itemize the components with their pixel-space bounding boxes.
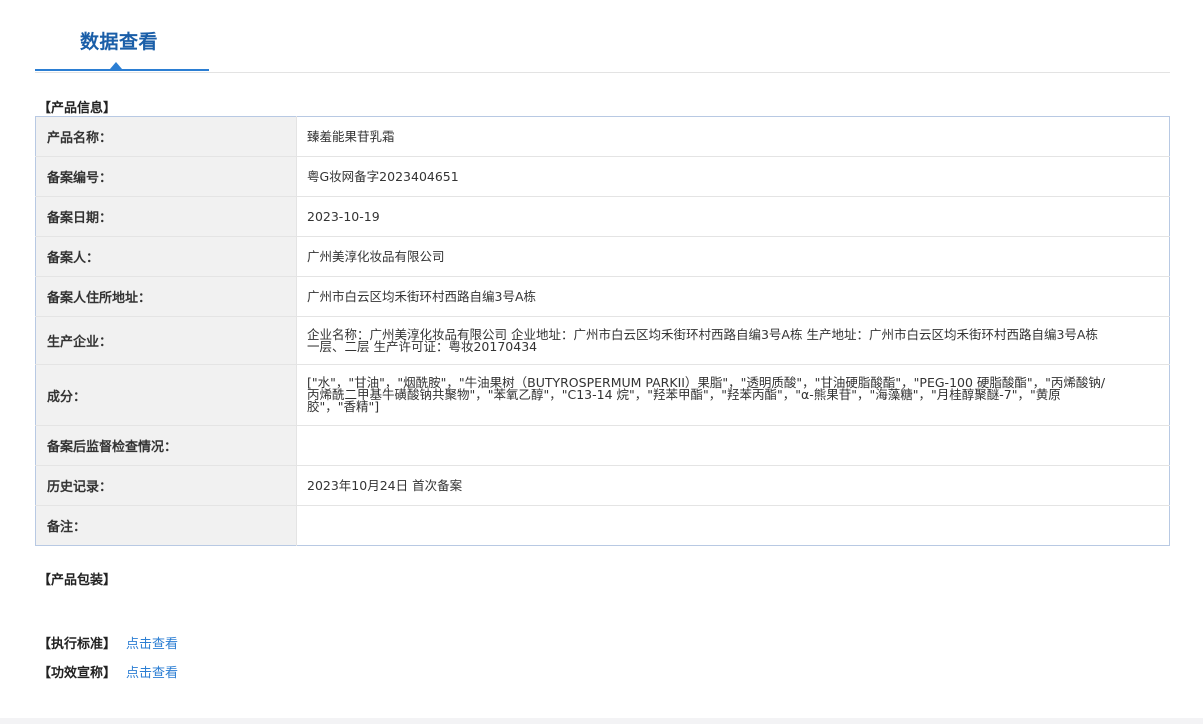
row-label: 备案后监督检查情况： [35, 425, 297, 466]
row-label: 生产企业： [35, 316, 297, 365]
row-label: 备案人住所地址： [35, 276, 297, 317]
table-row: 成分： ["水"，"甘油"，"烟酰胺"，"牛油果树（BUTYROSPERMUM … [35, 364, 1170, 426]
row-value [296, 425, 1170, 466]
table-row: 生产企业： 企业名称：广州美淳化妆品有限公司 企业地址：广州市白云区均禾街环村西… [35, 316, 1170, 365]
active-tab-caret-icon [110, 62, 122, 69]
table-row: 历史记录： 2023年10月24日 首次备案 [35, 465, 1170, 506]
page-container: 数据查看 【产品信息】 产品名称： 臻羞能果苷乳霜 备案编号： 粤G妆网备字20… [0, 0, 1203, 718]
product-info-heading: 【产品信息】 [38, 101, 117, 116]
row-label: 备案人： [35, 236, 297, 277]
table-row: 备案人住所地址： 广州市白云区均禾街环村西路自编3号A栋 [35, 276, 1170, 317]
row-value [297, 506, 1170, 546]
row-label: 产品名称： [35, 116, 297, 157]
tab-data-view[interactable]: 数据查看 [80, 27, 158, 54]
efficacy-label: 【功效宣称】 [38, 666, 117, 681]
row-value: 企业名称：广州美淳化妆品有限公司 企业地址：广州市白云区均禾街环村西路自编3号A… [296, 316, 1170, 365]
row-value: 臻羞能果苷乳霜 [296, 116, 1170, 157]
row-label: 历史记录： [35, 465, 297, 506]
row-label: 备案编号： [35, 156, 297, 197]
standard-row: 【执行标准】 点击查看 [38, 633, 178, 652]
table-row: 备案后监督检查情况： [35, 425, 1170, 466]
row-value: 2023-10-19 [296, 196, 1170, 237]
row-value: 广州美淳化妆品有限公司 [296, 236, 1170, 277]
row-value: 粤G妆网备字2023404651 [296, 156, 1170, 197]
standard-view-link[interactable]: 点击查看 [126, 637, 178, 652]
standard-label: 【执行标准】 [38, 637, 117, 652]
product-packaging-heading: 【产品包装】 [38, 573, 117, 588]
efficacy-row: 【功效宣称】 点击查看 [38, 662, 178, 681]
row-value: 广州市白云区均禾街环村西路自编3号A栋 [296, 276, 1170, 317]
table-row: 备案编号： 粤G妆网备字2023404651 [35, 156, 1170, 197]
row-value: ["水"，"甘油"，"烟酰胺"，"牛油果树（BUTYROSPERMUM PARK… [296, 364, 1170, 426]
table-row: 备案日期： 2023-10-19 [35, 196, 1170, 237]
efficacy-view-link[interactable]: 点击查看 [126, 666, 178, 681]
row-label: 备注： [35, 505, 297, 546]
row-label: 备案日期： [35, 196, 297, 237]
row-label: 成分： [35, 364, 297, 426]
table-row: 产品名称： 臻羞能果苷乳霜 [35, 116, 1170, 157]
table-row: 备注： [35, 505, 1170, 546]
tab-bar: 数据查看 [35, 0, 1170, 73]
row-value: 2023年10月24日 首次备案 [296, 465, 1170, 506]
table-row: 备案人： 广州美淳化妆品有限公司 [35, 236, 1170, 277]
active-tab-underline [35, 69, 209, 71]
product-info-table: 产品名称： 臻羞能果苷乳霜 备案编号： 粤G妆网备字2023404651 备案日… [35, 116, 1170, 546]
